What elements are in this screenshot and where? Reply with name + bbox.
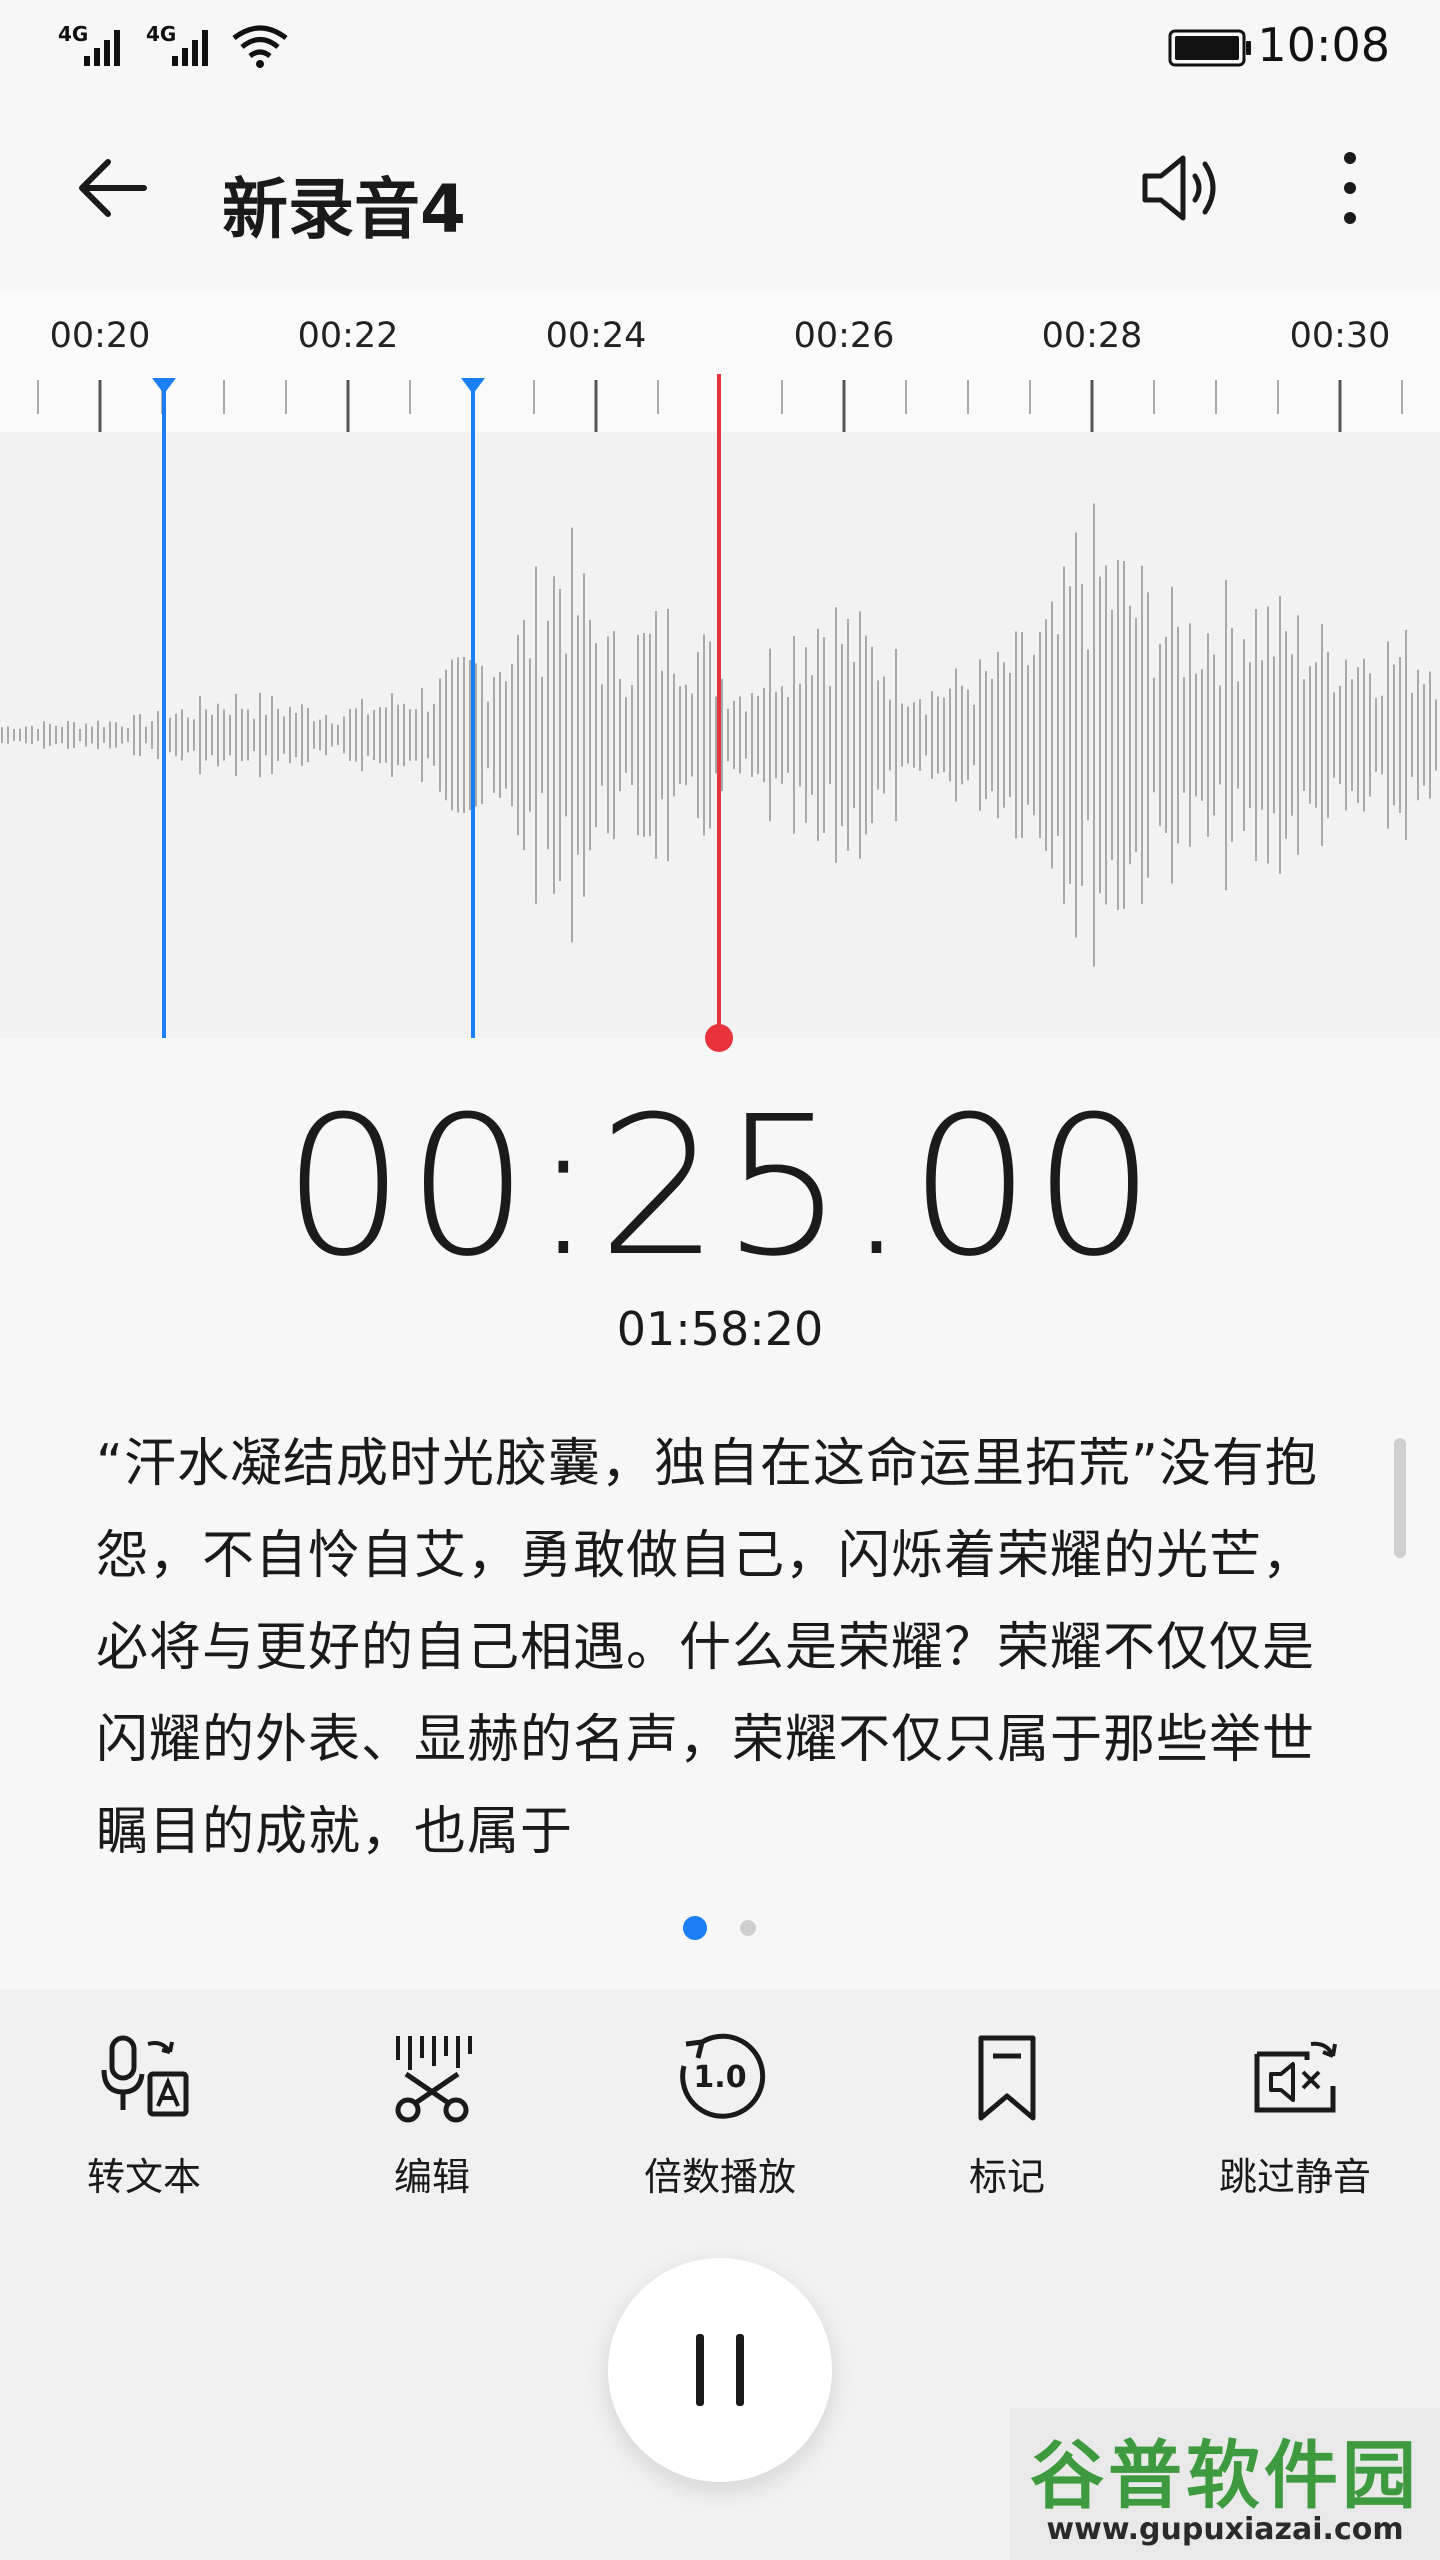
speech-to-text-button[interactable]: 转文本: [24, 2030, 264, 2201]
page-indicator-active[interactable]: [683, 1916, 707, 1940]
pause-button[interactable]: [608, 2258, 832, 2482]
ruler-ticks: [37, 380, 1403, 432]
watermark-brand: 谷普软件园: [1030, 2433, 1420, 2519]
tool-label: 转文本: [86, 2155, 201, 2199]
back-button[interactable]: [64, 140, 160, 236]
watermark: 谷普软件园 www.gupuxiazai.com: [1010, 2408, 1440, 2560]
status-bar: 4G 4G 10:08: [0, 0, 1440, 96]
more-options-button[interactable]: [1302, 140, 1398, 236]
tool-label: 倍数播放: [643, 2155, 796, 2199]
playback-speed-button[interactable]: 1.0 倍数播放: [600, 2030, 840, 2201]
current-time-display: 00:25.00: [282, 1076, 1158, 1299]
time-ruler[interactable]: 00:20 00:22 00:24 00:26 00:28 00:30: [0, 290, 1440, 432]
total-duration: 01:58:20: [616, 1302, 824, 1356]
pause-icon: [696, 2334, 744, 2406]
transcript-scrollbar[interactable]: [1394, 1438, 1406, 1558]
wifi-icon: [232, 25, 288, 68]
tool-label: 编辑: [393, 2155, 470, 2199]
more-vertical-icon: [1344, 152, 1356, 224]
speech-to-text-icon: [101, 2035, 189, 2117]
waveform-area[interactable]: [0, 432, 1440, 1038]
waveform: [1, 503, 1437, 967]
bookmark-button[interactable]: 标记: [887, 2030, 1127, 2201]
page-indicator[interactable]: [740, 1920, 756, 1936]
transcript-text[interactable]: “汗水凝结成时光胶囊，独自在这命运里拓荒”没有抱怨，不自怜自艾，勇敢做自己，闪烁…: [96, 1418, 1346, 1878]
app-bar: 新录音4: [0, 96, 1440, 288]
watermark-url: www.gupuxiazai.com: [1046, 2512, 1404, 2547]
tool-label: 标记: [968, 2155, 1045, 2199]
edit-button[interactable]: 编辑: [312, 2030, 552, 2201]
page-title: 新录音4: [222, 171, 466, 248]
speed-value: 1.0: [693, 2060, 747, 2095]
speaker-button[interactable]: [1134, 140, 1230, 236]
speaker-icon: [1142, 155, 1216, 221]
skip-silence-icon: [1254, 2041, 1337, 2113]
clock: 10:08: [1257, 18, 1390, 72]
back-arrow-icon: [79, 159, 147, 217]
skip-silence-button[interactable]: 跳过静音: [1175, 2030, 1415, 2201]
edit-scissors-icon: [395, 2036, 472, 2123]
bookmark-icon: [978, 2035, 1036, 2121]
battery-icon: [1168, 29, 1251, 67]
tool-label: 跳过静音: [1218, 2155, 1371, 2199]
